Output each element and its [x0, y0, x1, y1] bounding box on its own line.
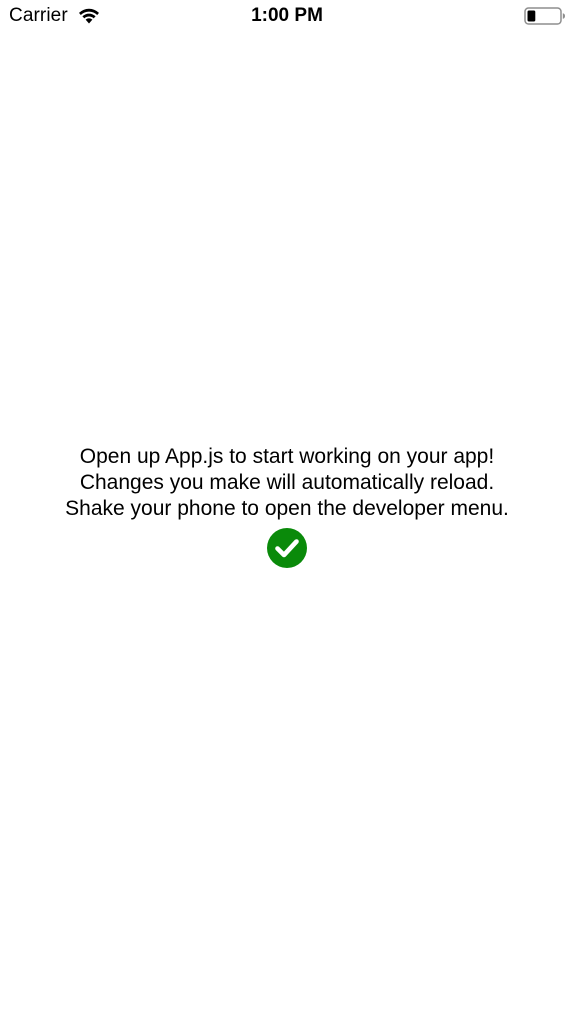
check-circle-icon [267, 528, 307, 568]
welcome-message: Open up App.js to start working on your … [0, 444, 574, 568]
status-bar: Carrier 1:00 PM [0, 0, 574, 32]
message-line-2: Changes you make will automatically relo… [79, 471, 495, 494]
status-time: 1:00 PM [251, 5, 323, 26]
message-line-3: Shake your phone to open the developer m… [65, 497, 509, 520]
message-line-1: Open up App.js to start working on your … [79, 445, 495, 468]
battery-icon [524, 7, 565, 25]
